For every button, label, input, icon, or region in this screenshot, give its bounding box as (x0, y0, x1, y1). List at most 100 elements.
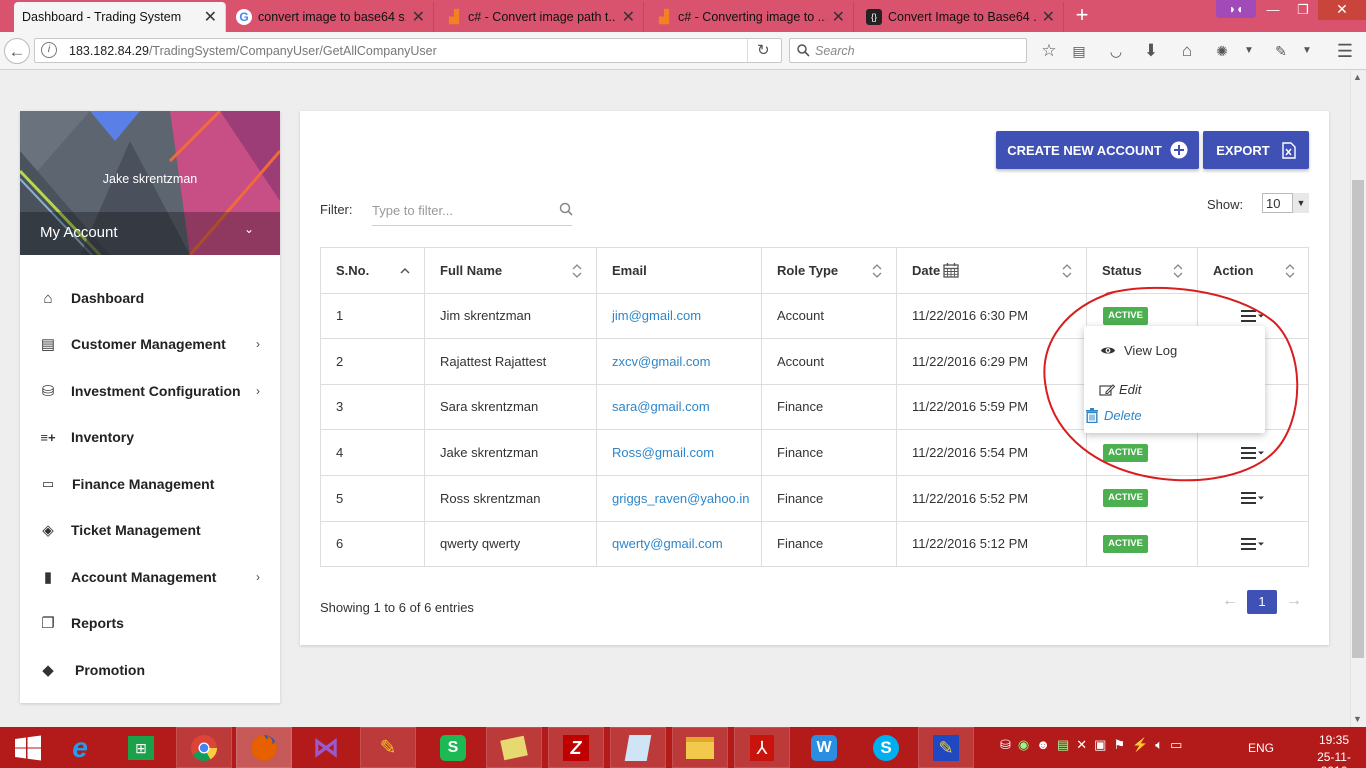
sidebar-item-investment-configuration[interactable]: ⛁ Investment Configuration › (20, 368, 280, 414)
taskbar-visual-studio[interactable]: ⋈ (298, 727, 354, 768)
create-new-account-button[interactable]: CREATE NEW ACCOUNT (996, 131, 1199, 169)
url-bar[interactable]: i 183.182.84.29/TradingSystem/CompanyUse… (34, 38, 782, 63)
search-bar[interactable]: Search (789, 38, 1027, 63)
sidebar-item-finance-management[interactable]: ▭ Finance Management (20, 461, 280, 507)
tray-message-icon[interactable]: ▭ (1170, 737, 1182, 757)
column-header-email[interactable]: Email (596, 247, 761, 293)
back-button[interactable]: ← (4, 38, 30, 64)
chevron-down-icon[interactable]: ▼ (1292, 193, 1309, 213)
scrollbar-thumb[interactable] (1352, 180, 1364, 658)
cell-email[interactable]: qwerty@gmail.com (612, 536, 723, 551)
start-button[interactable] (0, 727, 56, 768)
pagination-prev-icon[interactable]: ← (1222, 592, 1238, 610)
search-icon[interactable] (559, 202, 573, 216)
close-icon[interactable]: ✕ (1042, 7, 1055, 27)
tab-dashboard[interactable]: Dashboard - Trading System ✕ (14, 2, 226, 32)
pagination-next-icon[interactable]: → (1286, 592, 1302, 610)
new-tab-button[interactable]: + (1070, 4, 1094, 28)
taskbar-notes[interactable] (486, 727, 542, 768)
scroll-down-icon[interactable]: ▼ (1353, 714, 1362, 724)
money-icon: ▭ (41, 476, 55, 491)
tab-so-1[interactable]: ▟ c# - Convert image path t... ✕ (438, 2, 644, 32)
taskbar-file-explorer[interactable] (672, 727, 728, 768)
volume-icon[interactable]: 🔈︎ (1155, 737, 1163, 757)
sidebar-item-promotion[interactable]: ◆ Promotion (20, 647, 280, 693)
scroll-up-icon[interactable]: ▲ (1353, 72, 1362, 82)
cell-name: Jake skrentzman (440, 445, 539, 460)
tray-chart-icon[interactable]: ▤ (1057, 737, 1069, 757)
sidebar-item-label: Reports (71, 615, 124, 631)
minimize-button[interactable]: — (1258, 0, 1288, 22)
clock-date[interactable]: 25-11-2016 (1304, 750, 1364, 768)
sidebar-item-inventory[interactable]: ≡+ Inventory (20, 414, 280, 460)
folder-icon (686, 736, 714, 759)
column-header-sno[interactable]: S.No. (320, 247, 424, 293)
tray-network-icon[interactable]: ⛁ (1000, 737, 1011, 757)
restore-button[interactable]: ❐ (1288, 0, 1318, 22)
tray-power-icon[interactable]: ⚡ (1132, 737, 1148, 757)
info-icon[interactable]: i (41, 42, 57, 58)
taskbar-wps[interactable]: W (796, 727, 852, 768)
taskbar-firefox[interactable] (236, 727, 292, 768)
tab-base64-tool[interactable]: {} Convert Image to Base64 ... ✕ (858, 2, 1064, 32)
chevron-down-icon[interactable]: ▼ (1294, 38, 1320, 64)
hamburger-menu-icon[interactable]: ☰ (1332, 38, 1358, 64)
sidebar-item-dashboard[interactable]: ⌂ Dashboard (20, 275, 280, 321)
export-button[interactable]: EXPORT (1203, 131, 1309, 169)
download-icon[interactable]: ⬇ (1138, 38, 1164, 64)
column-header-full-name[interactable]: Full Name (424, 247, 596, 293)
tray-flag-icon[interactable]: ⚑ (1113, 737, 1125, 757)
close-icon[interactable]: ✕ (622, 7, 635, 27)
cell-email[interactable]: sara@gmail.com (612, 399, 710, 414)
sidebar-item-ticket-management[interactable]: ◈ Ticket Management (20, 507, 280, 553)
taskbar-acrobat[interactable]: ⅄ (734, 727, 790, 768)
tab-label: convert image to base64 s... (258, 10, 406, 24)
chevron-down-icon[interactable]: ⌄ (244, 222, 254, 236)
taskbar-ie[interactable]: e (52, 727, 108, 768)
tray-user-icon[interactable]: ☻ (1036, 737, 1050, 757)
column-header-role-type[interactable]: Role Type (761, 247, 896, 293)
action-menu-icon[interactable] (1241, 537, 1265, 551)
taskbar-skype[interactable]: S (858, 727, 914, 768)
pocket-icon[interactable]: ◡ (1103, 38, 1129, 64)
extension-icon[interactable]: ✺ (1209, 38, 1235, 64)
home-icon[interactable]: ⌂ (1174, 38, 1200, 64)
close-icon[interactable]: ✕ (204, 7, 217, 27)
taskbar-chrome[interactable] (176, 727, 232, 768)
window-close-button[interactable]: ✕ (1318, 0, 1366, 20)
close-icon[interactable]: ✕ (832, 7, 845, 27)
reload-icon[interactable]: ↻ (757, 41, 770, 59)
pagination-page-1[interactable]: 1 (1247, 590, 1277, 614)
dev-tools-icon[interactable]: ✎ (1268, 38, 1294, 64)
tab-so-2[interactable]: ▟ c# - Converting image to ... ✕ (648, 2, 854, 32)
bookmark-star-icon[interactable]: ☆ (1036, 38, 1062, 64)
chevron-down-icon[interactable]: ▼ (1236, 38, 1262, 64)
action-menu-icon[interactable] (1241, 491, 1265, 505)
sidebar-item-customer-management[interactable]: ▤ Customer Management › (20, 321, 280, 367)
sidebar-item-reports[interactable]: ❐ Reports (20, 600, 280, 646)
spreadsheet-icon: S (440, 734, 466, 761)
close-icon[interactable]: ✕ (412, 7, 425, 27)
sort-icon (1285, 264, 1295, 278)
clock-time[interactable]: 19:35 (1314, 733, 1354, 747)
filter-input[interactable] (372, 196, 572, 226)
taskbar-tool[interactable]: ✎ (360, 727, 416, 768)
cell-email[interactable]: zxcv@gmail.com (612, 354, 710, 369)
cell-email[interactable]: griggs_raven@yahoo.in (612, 491, 750, 506)
tab-label: c# - Convert image path t... (468, 10, 616, 24)
taskbar-store[interactable]: ⊞ (113, 727, 169, 768)
tags-icon: ◆ (42, 662, 54, 679)
taskbar-editor[interactable] (610, 727, 666, 768)
language-indicator[interactable]: ENG (1248, 741, 1274, 755)
taskbar-paint[interactable]: ✎ (918, 727, 974, 768)
taskbar-filezilla[interactable]: Z (548, 727, 604, 768)
cell-email[interactable]: jim@gmail.com (612, 308, 701, 323)
taskbar-spreadsheet[interactable]: S (425, 727, 481, 768)
tab-base64-search[interactable]: G convert image to base64 s... ✕ (228, 2, 434, 32)
tray-excel-icon[interactable]: ✕ (1076, 737, 1087, 757)
reading-list-icon[interactable]: ▤ (1066, 38, 1092, 64)
tray-sync-icon[interactable]: ◉ (1018, 737, 1029, 757)
sidebar-item-account-management[interactable]: ▮ Account Management › (20, 554, 280, 600)
tray-display-icon[interactable]: ▣ (1094, 737, 1106, 757)
cell-email[interactable]: Ross@gmail.com (612, 445, 714, 460)
